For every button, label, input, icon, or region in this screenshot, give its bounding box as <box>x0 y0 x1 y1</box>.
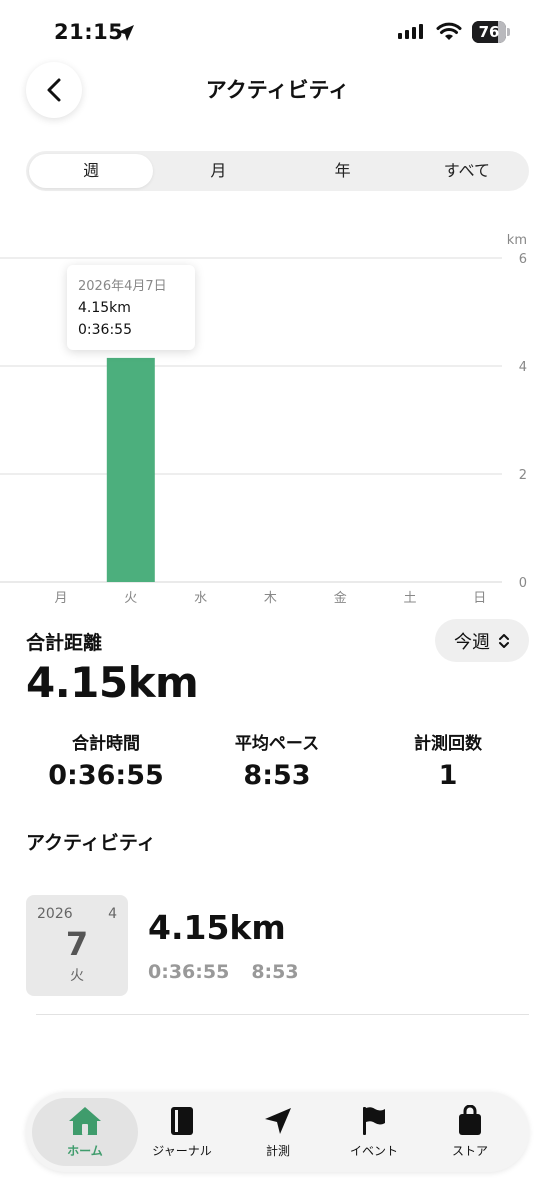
tab-journal[interactable]: ジャーナル <box>132 1098 232 1166</box>
stat-value: 8:53 <box>243 760 311 791</box>
y-tick-label: 6 <box>519 252 527 267</box>
x-tick-label: 木 <box>264 591 277 606</box>
battery-indicator: 76 <box>472 21 510 43</box>
segment-all[interactable]: すべて <box>405 151 529 191</box>
stat-value: 0:36:55 <box>48 760 164 791</box>
segment-week[interactable]: 週 <box>29 154 154 188</box>
x-tick-label: 金 <box>334 590 347 606</box>
bottom-tab-bar: ホーム ジャーナル 計測 イベント ストア <box>26 1092 529 1172</box>
tab-label: ストア <box>451 1144 488 1158</box>
navigation-arrow-icon <box>265 1108 291 1134</box>
tab-event[interactable]: イベント <box>324 1098 424 1166</box>
tab-label: ホーム <box>67 1144 103 1158</box>
activity-year: 2026 <box>37 906 73 922</box>
tab-label: イベント <box>349 1144 398 1158</box>
activity-meta: 0:36:55 8:53 <box>148 961 299 983</box>
stat-label: 合計時間 <box>72 734 140 754</box>
y-tick-label: 4 <box>519 360 527 375</box>
activity-time: 0:36:55 <box>148 961 230 983</box>
segment-month[interactable]: 月 <box>156 151 280 191</box>
tab-label: 計測 <box>265 1144 290 1158</box>
x-tick-label: 日 <box>473 591 486 606</box>
chart-tooltip: 2026年4月7日 4.15km 0:36:55 <box>67 265 195 350</box>
activity-pace: 8:53 <box>251 961 299 983</box>
stat-label: 計測回数 <box>414 734 482 754</box>
chevron-up-down-icon <box>499 633 509 648</box>
wifi-icon <box>436 22 462 40</box>
activity-section-title: アクティビティ <box>26 832 156 854</box>
shopping-bag-icon <box>459 1105 481 1135</box>
activity-date-badge[interactable]: 2026 4 7 火 <box>26 895 128 996</box>
activity-distance[interactable]: 4.15km <box>148 908 286 947</box>
activity-weekday: 火 <box>70 968 84 984</box>
bar-1 <box>106 357 155 582</box>
page-title: アクティビティ <box>205 78 350 102</box>
stat-value: 1 <box>438 760 458 791</box>
location-arrow-icon <box>118 25 134 41</box>
x-tick-label: 水 <box>194 591 207 606</box>
tooltip-time: 0:36:55 <box>78 322 132 338</box>
tab-label: ジャーナル <box>152 1144 212 1158</box>
cellular-signal-icon <box>398 24 423 39</box>
flag-icon <box>363 1107 385 1135</box>
stat-count: 計測回数 1 <box>368 729 528 791</box>
y-tick-label: 2 <box>519 468 527 483</box>
tab-store[interactable]: ストア <box>420 1098 520 1166</box>
x-tick-label: 土 <box>403 591 416 606</box>
y-axis-unit: km <box>507 233 527 248</box>
activity-month: 4 <box>108 906 117 922</box>
stat-label: 平均ペース <box>234 734 320 754</box>
segment-year[interactable]: 年 <box>281 151 405 191</box>
period-select-button[interactable]: 今週 <box>435 619 529 662</box>
period-segmented-control: 週 月 年 すべて <box>26 151 529 191</box>
x-tick-label: 火 <box>124 591 137 606</box>
home-icon <box>69 1107 101 1135</box>
period-select-label: 今週 <box>454 631 490 653</box>
stat-total-time: 合計時間 0:36:55 <box>26 729 186 791</box>
list-divider <box>36 1014 529 1015</box>
tooltip-date: 2026年4月7日 <box>78 279 167 294</box>
journal-icon <box>171 1107 193 1135</box>
status-time: 21:15 <box>54 20 124 44</box>
activity-day: 7 <box>65 925 89 963</box>
battery-percent: 76 <box>478 23 500 41</box>
stat-average-pace: 平均ペース 8:53 <box>197 729 357 791</box>
tab-home[interactable]: ホーム <box>32 1098 138 1166</box>
tab-measure[interactable]: 計測 <box>228 1098 328 1166</box>
x-tick-label: 月 <box>54 591 67 606</box>
total-distance-value: 4.15km <box>26 658 199 707</box>
y-tick-label: 0 <box>519 576 527 591</box>
tooltip-distance: 4.15km <box>78 300 131 316</box>
total-distance-label: 合計距離 <box>26 632 103 654</box>
